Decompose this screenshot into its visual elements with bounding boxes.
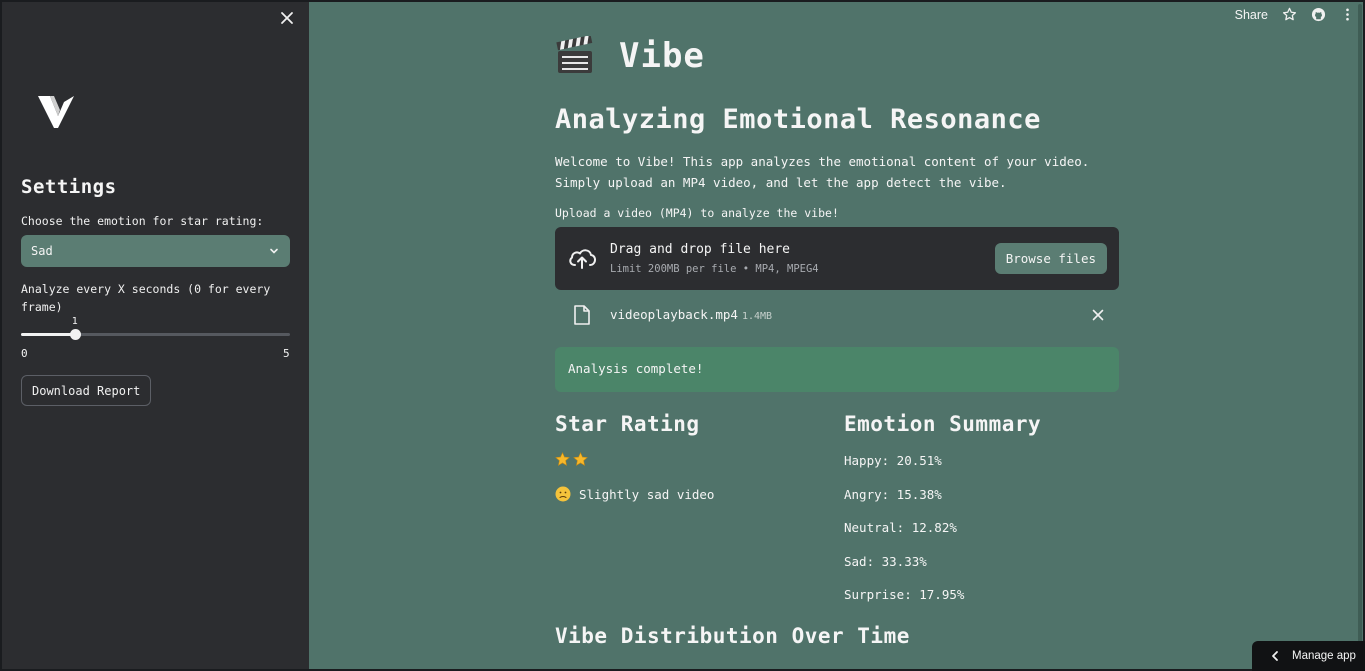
title-row: Vibe — [555, 36, 705, 76]
remove-file-icon[interactable] — [1091, 308, 1105, 322]
page-scrollbar[interactable] — [1356, 0, 1364, 671]
more-menu-icon[interactable] — [1340, 7, 1355, 22]
dropzone-title: Drag and drop file here — [610, 242, 791, 257]
vibe-logo-icon — [38, 96, 74, 128]
interval-slider[interactable] — [21, 329, 290, 340]
dropzone-subtitle: Limit 200MB per file • MP4, MPEG4 — [610, 263, 819, 275]
share-button[interactable]: Share — [1235, 8, 1268, 22]
slider-current-value: 1 — [71, 316, 78, 327]
slider-thumb[interactable] — [69, 329, 81, 340]
interval-slider-label: Analyze every X seconds (0 for every fra… — [21, 282, 271, 314]
emotion-item-angry: Angry: 15.38% — [844, 486, 942, 502]
verdict-text: Slightly sad video — [579, 486, 715, 502]
slider-fill — [21, 333, 75, 336]
emotion-summary-heading: Emotion Summary — [844, 412, 1042, 436]
success-alert: Analysis complete! — [555, 347, 1119, 392]
intro-text: Welcome to Vibe! This app analyzes the e… — [555, 151, 1119, 193]
rating-star-icon — [573, 452, 588, 466]
emotion-item-sad: Sad: 33.33% — [844, 553, 927, 569]
manage-app-label: Manage app — [1292, 650, 1356, 662]
emotion-select[interactable]: Sad — [21, 235, 290, 267]
star-rating-heading: Star Rating — [555, 412, 700, 436]
emotion-item-surprise: Surprise: 17.95% — [844, 587, 965, 602]
intro-line-2: Simply upload an MP4 video, and let the … — [555, 175, 1007, 190]
intro-line-1: Welcome to Vibe! This app analyzes the e… — [555, 154, 1090, 169]
close-icon[interactable] — [277, 8, 297, 28]
sad-face-icon — [555, 486, 571, 502]
star-rating-section: Star Rating Slightly sad video — [555, 412, 825, 502]
emotion-summary-section: Emotion Summary Happy: 20.51% Angry: 15.… — [844, 412, 1119, 602]
download-report-button[interactable]: Download Report — [21, 375, 152, 406]
cloud-upload-icon — [569, 249, 596, 269]
github-icon[interactable] — [1311, 7, 1326, 22]
clapperboard-icon — [556, 36, 593, 73]
sidebar: Settings Choose the emotion for star rat… — [0, 0, 309, 671]
vibe-distribution-heading: Vibe Distribution Over Time — [555, 624, 910, 648]
upload-label: Upload a video (MP4) to analyze the vibe… — [555, 206, 839, 220]
slider-min-label: 0 — [21, 347, 28, 360]
manage-app-button[interactable]: Manage app — [1252, 641, 1365, 671]
emotion-item-neutral: Neutral: 12.82% — [844, 520, 957, 535]
slider-max-label: 5 — [283, 347, 290, 360]
emotion-summary-list: Happy: 20.51% Angry: 15.38% Neutral: 12.… — [844, 453, 964, 621]
browse-files-button[interactable]: Browse files — [994, 243, 1107, 274]
file-name-text: videoplayback.mp4 — [610, 307, 738, 322]
star-rating-stars — [555, 452, 588, 467]
emotion-select-value: Sad — [31, 244, 53, 258]
app-title: Vibe — [619, 36, 705, 76]
file-size: 1.4MB — [741, 311, 773, 322]
file-icon — [574, 305, 590, 325]
star-icon[interactable] — [1282, 7, 1297, 22]
rating-star-icon — [555, 452, 570, 466]
uploaded-file-row: videoplayback.mp4 1.4MB — [555, 304, 1119, 326]
file-name: videoplayback.mp4 1.4MB — [610, 307, 772, 322]
settings-heading: Settings — [21, 176, 117, 198]
star-rating-verdict: Slightly sad video — [555, 486, 714, 502]
file-dropzone[interactable]: Drag and drop file here Limit 200MB per … — [555, 227, 1119, 290]
chevron-down-icon — [270, 248, 278, 254]
emotion-select-label: Choose the emotion for star rating: — [21, 214, 264, 228]
page-heading: Analyzing Emotional Resonance — [555, 104, 1041, 135]
chevron-left-icon — [1272, 651, 1278, 661]
header-toolbar: Share — [1235, 7, 1355, 22]
emotion-item-happy: Happy: 20.51% — [844, 453, 942, 468]
